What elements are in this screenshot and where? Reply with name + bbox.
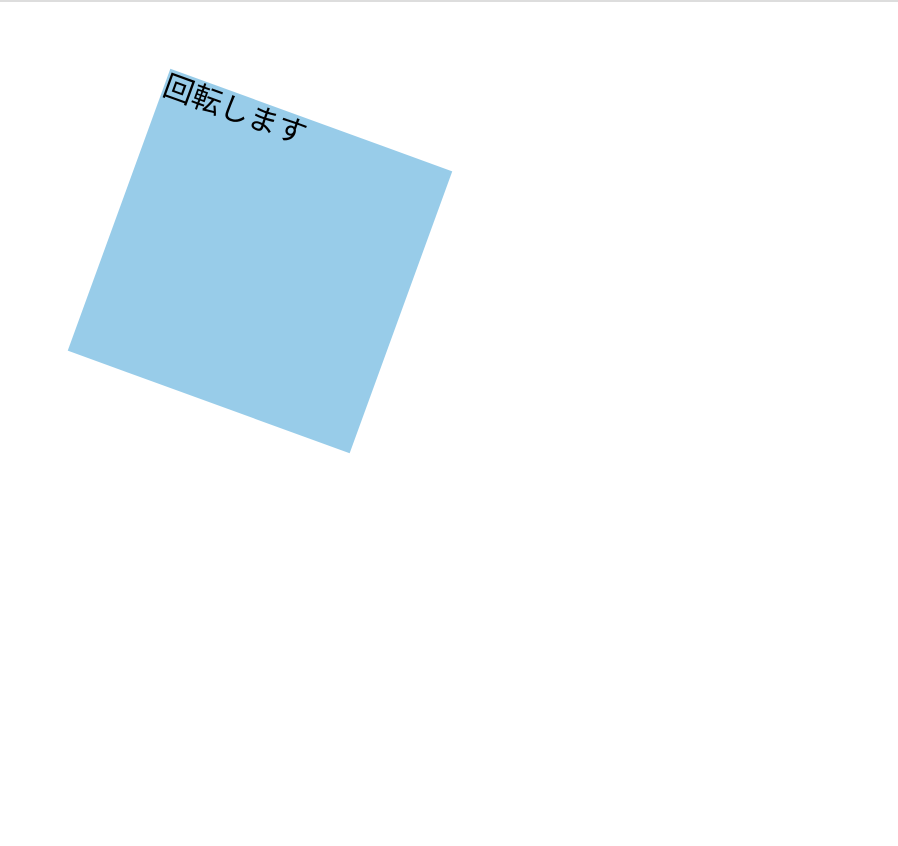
top-divider <box>0 0 898 2</box>
rotated-box: 回転します <box>67 68 453 454</box>
page-canvas: 回転します <box>0 0 898 846</box>
rotated-box-label: 回転します <box>158 68 312 153</box>
